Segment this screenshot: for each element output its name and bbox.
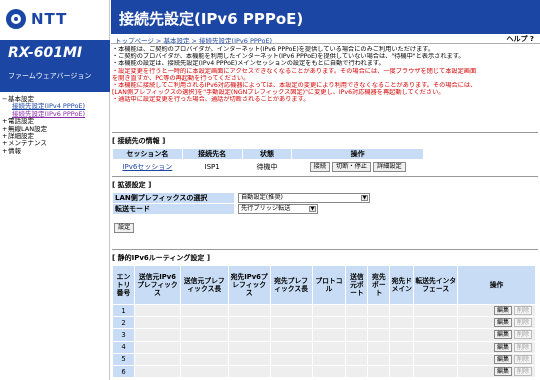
col-operation: 操作 xyxy=(457,265,536,305)
main-content: ・本機能は、ご契約のプロバイダが、インターネット(IPv6 PPPoE)を提供し… xyxy=(112,46,538,379)
col-src-prefix: 送信元IPv6プレフィックス xyxy=(133,265,181,305)
note-line: ・ご契約のプロバイダが、本機能を利用したインターネット(IPv6 PPPoE)を… xyxy=(112,53,465,61)
divider xyxy=(112,176,538,177)
delete-button: 削除 xyxy=(513,306,532,316)
table-row: 5 編集 削除 xyxy=(112,352,536,366)
delete-button: 削除 xyxy=(513,342,532,352)
brand-name: NTT xyxy=(31,10,68,28)
entry-number: 5 xyxy=(112,352,135,366)
connect-button[interactable]: 接続 xyxy=(309,161,331,172)
menu-item-info[interactable]: +情報 xyxy=(2,147,85,155)
chevron-down-icon: ▼ xyxy=(361,195,368,201)
lan-prefix-label: LAN側プレフィックスの選択 xyxy=(112,192,235,204)
page-header: 接続先設定(IPv6 PPPoE) xyxy=(111,0,540,34)
breadcrumb-bar: トップページ > 基本設定 > 接続先設定(IPv6 PPPoE) ヘルプ ? xyxy=(111,34,540,45)
chevron-down-icon: ▼ xyxy=(309,206,316,212)
sidebar: NTT RX-601MI ファームウェアバージョン −基本設定 接続先設定(IP… xyxy=(0,0,110,380)
model-box: RX-601MI ファームウェアバージョン xyxy=(0,40,110,92)
edit-button[interactable]: 編集 xyxy=(493,367,512,377)
destination-name: ISP1 xyxy=(181,159,243,174)
note-line: ・本機能の設定は、接続先設定(IPv4 PPPoE)メインセッションの設定をもと… xyxy=(112,60,385,68)
col-destination-name: 接続先名 xyxy=(181,148,243,160)
edit-button[interactable]: 編集 xyxy=(493,306,512,316)
col-dst-port: 宛先ポート xyxy=(367,265,391,305)
delete-button: 削除 xyxy=(513,354,532,364)
set-button[interactable]: 設定 xyxy=(114,223,135,233)
extended-section: [ 拡張設定 ] LAN側プレフィックスの選択 自動設定(推奨) ▼ 転送モード … xyxy=(112,176,538,233)
static-route-table: エントリ番号 送信元IPv6プレフィックス 送信元プレフィックス長 宛先IPv6… xyxy=(112,265,536,379)
help-link[interactable]: ヘルプ ? xyxy=(507,34,535,44)
col-protocol: プロトコル xyxy=(311,265,347,305)
delete-button: 削除 xyxy=(513,318,532,328)
entry-number: 1 xyxy=(112,303,135,318)
entry-number: 4 xyxy=(112,340,135,354)
lan-prefix-select[interactable]: 自動設定(推奨) ▼ xyxy=(238,193,370,203)
extended-section-title: [ 拡張設定 ] xyxy=(112,181,152,189)
static-route-section-title: [ 静的IPv6ルーティング設定 ] xyxy=(112,254,211,262)
operation-cell: 接続 切断・停止 詳細設定 xyxy=(291,159,424,174)
entry-number: 2 xyxy=(112,316,135,330)
transfer-mode-select[interactable]: 先行ブリッジ転送 ▼ xyxy=(238,204,318,214)
transfer-mode-label: 転送モード xyxy=(112,203,235,215)
page-title: 接続先設定(IPv6 PPPoE) xyxy=(119,10,304,28)
connection-table: セッション名 接続先名 状態 操作 IPv6セッション ISP1 待機中 接続切… xyxy=(112,148,424,174)
model-name: RX-601MI xyxy=(8,45,83,61)
status-text: 待機中 xyxy=(241,159,293,174)
col-session-name: セッション名 xyxy=(112,148,183,160)
connection-section-title: [ 接続先の情報 ] xyxy=(112,137,166,145)
divider xyxy=(112,132,538,133)
col-dst-prefix-len: 宛先プレフィックス長 xyxy=(269,265,313,305)
col-src-port: 送信元ポート xyxy=(345,265,369,305)
edit-button[interactable]: 編集 xyxy=(493,354,512,364)
table-row: 2 編集 削除 xyxy=(112,316,536,330)
col-status: 状態 xyxy=(241,148,293,160)
col-forward-interface: 転送先インタフェース xyxy=(413,265,459,305)
delete-button: 削除 xyxy=(513,330,532,340)
extended-table: LAN側プレフィックスの選択 自動設定(推奨) ▼ 転送モード 先行ブリッジ転送 ▼ xyxy=(112,192,372,215)
col-entry-number: エントリ番号 xyxy=(112,265,135,305)
col-dst-prefix: 宛先IPv6プレフィックス xyxy=(227,265,271,305)
col-src-prefix-len: 送信元プレフィックス長 xyxy=(179,265,229,305)
edit-button[interactable]: 編集 xyxy=(493,318,512,328)
notes: ・本機能は、ご契約のプロバイダが、インターネット(IPv6 PPPoE)を提供し… xyxy=(112,46,538,104)
session-name-link[interactable]: IPv6セッション xyxy=(112,159,183,174)
warning-line: を開き直すか、PC等の再起動を行ってください。 xyxy=(112,74,250,82)
entry-number: 3 xyxy=(112,328,135,342)
detail-settings-button[interactable]: 詳細設定 xyxy=(372,161,406,172)
table-row: 6 編集 削除 xyxy=(112,364,536,379)
table-row: IPv6セッション ISP1 待機中 接続 切断・停止 詳細設定 xyxy=(112,159,424,174)
warning-line: ・通話中に設定変更を行った場合、通話が切断されることがあります。 xyxy=(112,96,310,104)
firmware-label: ファームウェアバージョン xyxy=(8,72,92,80)
warning-line: [LAN側プレフィックスの選択]を"手動設定(NGNプレフィックス固定)"に変更… xyxy=(112,89,445,97)
divider xyxy=(112,249,538,250)
warning-line: ・本機能に接続してご利用されるIPv6対応機器によっては、本設定の変更により利用… xyxy=(112,82,477,90)
edit-button[interactable]: 編集 xyxy=(493,330,512,340)
table-row: 4 編集 削除 xyxy=(112,340,536,354)
ntt-logo-icon xyxy=(6,9,26,29)
sidebar-menu: −基本設定 接続先設定(IPv4 PPPoE) 接続先設定(IPv6 PPPoE… xyxy=(2,95,85,155)
delete-button: 削除 xyxy=(513,367,532,377)
connection-section: [ 接続先の情報 ] セッション名 接続先名 状態 操作 IPv6セッション I… xyxy=(112,132,538,174)
brand-logo: NTT xyxy=(6,8,67,30)
table-row: 3 編集 削除 xyxy=(112,328,536,342)
edit-button[interactable]: 編集 xyxy=(493,342,512,352)
disconnect-button[interactable]: 切断・停止 xyxy=(332,161,371,172)
static-route-section: [ 静的IPv6ルーティング設定 ] エントリ番号 送信元IPv6プレフィックス… xyxy=(112,249,538,379)
warning-line: ・設定変更を行うと一時的に本設定画面にアクセスできなくなることがあります。その場… xyxy=(112,67,477,75)
col-operation: 操作 xyxy=(291,148,424,160)
breadcrumb[interactable]: トップページ > 基本設定 > 接続先設定(IPv6 PPPoE) xyxy=(115,35,272,45)
note-line: ・本機能は、ご契約のプロバイダが、インターネット(IPv6 PPPoE)を提供し… xyxy=(112,46,435,53)
col-dst-domain: 宛先ドメイン xyxy=(389,265,415,305)
entry-number: 6 xyxy=(112,364,135,379)
table-row: 1 編集 削除 xyxy=(112,303,536,318)
